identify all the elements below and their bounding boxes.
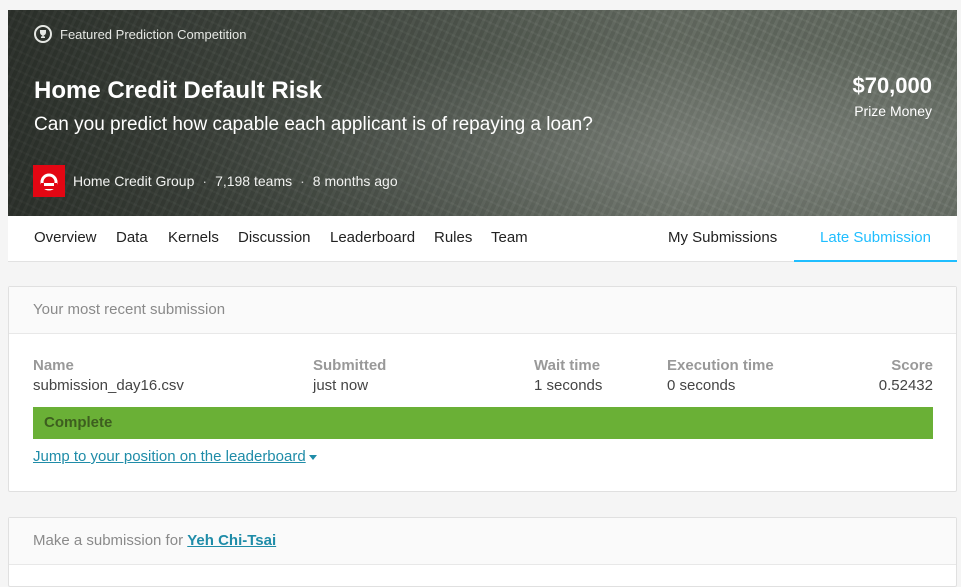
- submitted-label: Submitted: [313, 357, 387, 374]
- team-user-link[interactable]: Yeh Chi-Tsai: [187, 532, 276, 549]
- wait-time-value: 1 seconds: [534, 377, 603, 394]
- prize-label: Prize Money: [854, 103, 932, 119]
- execution-time-label: Execution time: [667, 357, 774, 374]
- make-submission-card: Make a submission for Yeh Chi-Tsai: [8, 517, 957, 587]
- score-value: 0.52432: [878, 377, 933, 394]
- tab-late-submission[interactable]: Late Submission: [794, 216, 957, 262]
- score-label: Score: [891, 357, 933, 374]
- separator: ·: [300, 173, 305, 189]
- card-header: Make a submission for Yeh Chi-Tsai: [9, 518, 956, 565]
- wait-time-column: Wait time 1 seconds: [534, 357, 602, 394]
- name-value: submission_day16.csv: [33, 377, 184, 394]
- tab-overview[interactable]: Overview: [34, 216, 97, 262]
- featured-label: Featured Prediction Competition: [34, 25, 246, 43]
- competition-subtitle: Can you predict how capable each applica…: [34, 114, 593, 135]
- tab-team[interactable]: Team: [491, 216, 528, 262]
- score-column: Score 0.52432: [879, 357, 933, 394]
- home-credit-logo-icon[interactable]: [33, 165, 65, 197]
- card-header: Your most recent submission: [9, 287, 956, 334]
- caret-down-icon: [308, 454, 317, 460]
- name-label: Name: [33, 357, 74, 374]
- tab-kernels[interactable]: Kernels: [168, 216, 219, 262]
- featured-text: Featured Prediction Competition: [60, 26, 247, 42]
- separator: ·: [202, 173, 208, 189]
- prize-block: $70,000 Prize Money: [852, 73, 932, 119]
- tab-data[interactable]: Data: [116, 216, 148, 262]
- competition-banner: Featured Prediction Competition Home Cre…: [8, 10, 957, 216]
- execution-time-column: Execution time 0 seconds: [667, 357, 774, 394]
- competition-nav: Overview Data Kernels Discussion Leaderb…: [8, 216, 957, 262]
- submitted-value: just now: [313, 377, 369, 394]
- competition-title: Home Credit Default Risk: [34, 77, 323, 104]
- jump-link-text: Jump to your position on the leaderboard: [33, 448, 306, 465]
- team-count: 7,198 teams: [215, 173, 293, 189]
- jump-to-leaderboard-link[interactable]: Jump to your position on the leaderboard: [33, 448, 317, 465]
- tab-leaderboard[interactable]: Leaderboard: [330, 216, 415, 262]
- name-column: Name submission_day16.csv: [33, 357, 184, 394]
- wait-time-label: Wait time: [534, 357, 601, 374]
- status-badge: Complete: [33, 407, 933, 439]
- execution-time-value: 0 seconds: [667, 377, 736, 394]
- tab-my-submissions[interactable]: My Submissions: [668, 216, 777, 262]
- trophy-icon: [34, 25, 52, 43]
- recent-submission-card: Your most recent submission Name submiss…: [8, 286, 957, 492]
- host-name[interactable]: Home Credit Group: [73, 173, 194, 189]
- make-submission-prefix: Make a submission for: [33, 532, 184, 549]
- prize-amount: $70,000: [852, 73, 932, 98]
- tab-rules[interactable]: Rules: [434, 216, 472, 262]
- host-info: Home Credit Group · 7,198 teams · 8 mont…: [33, 165, 398, 197]
- tab-discussion[interactable]: Discussion: [238, 216, 311, 262]
- submitted-column: Submitted just now: [313, 357, 386, 394]
- time-ago: 8 months ago: [312, 173, 398, 189]
